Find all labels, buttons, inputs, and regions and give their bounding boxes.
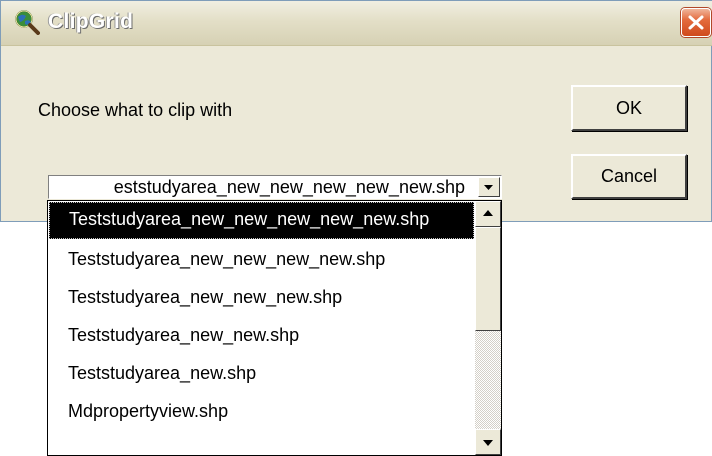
list-item[interactable]: Teststudyarea_new_new.shp — [49, 317, 474, 354]
title-bar[interactable]: ClipGrid — [1, 1, 712, 46]
clip-layer-combobox[interactable]: eststudyarea_new_new_new_new_new.shp — [48, 175, 502, 199]
scroll-thumb[interactable] — [475, 227, 501, 331]
ok-button[interactable]: OK — [571, 85, 687, 131]
combobox-value: eststudyarea_new_new_new_new_new.shp — [113, 177, 465, 197]
window-title: ClipGrid — [48, 10, 134, 33]
scroll-down-button[interactable] — [475, 429, 501, 455]
list-scrollbar[interactable] — [475, 201, 501, 455]
close-button[interactable] — [681, 8, 711, 37]
list-item[interactable]: Teststudyarea_new_new_new_new_new.shp — [49, 202, 474, 239]
cancel-button[interactable]: Cancel — [571, 154, 687, 199]
list-item[interactable]: Teststudyarea_new_new_new.shp — [49, 279, 474, 316]
prompt-label: Choose what to clip with — [38, 100, 233, 120]
list-item[interactable]: Mdpropertyview.shp — [49, 393, 474, 430]
list-item[interactable]: Teststudyarea_new_new_new_new.shp — [49, 241, 474, 278]
list-item[interactable]: Teststudyarea_new.shp — [49, 355, 474, 392]
dropdown-list: Teststudyarea_new_new_new_new_new.shp Te… — [47, 200, 502, 456]
combobox-dropdown-button[interactable] — [478, 177, 500, 197]
scroll-up-button[interactable] — [475, 201, 501, 227]
clipgrid-dialog: ClipGrid Choose what to clip with OK Can… — [0, 0, 712, 222]
globe-magnifier-icon — [14, 9, 40, 35]
